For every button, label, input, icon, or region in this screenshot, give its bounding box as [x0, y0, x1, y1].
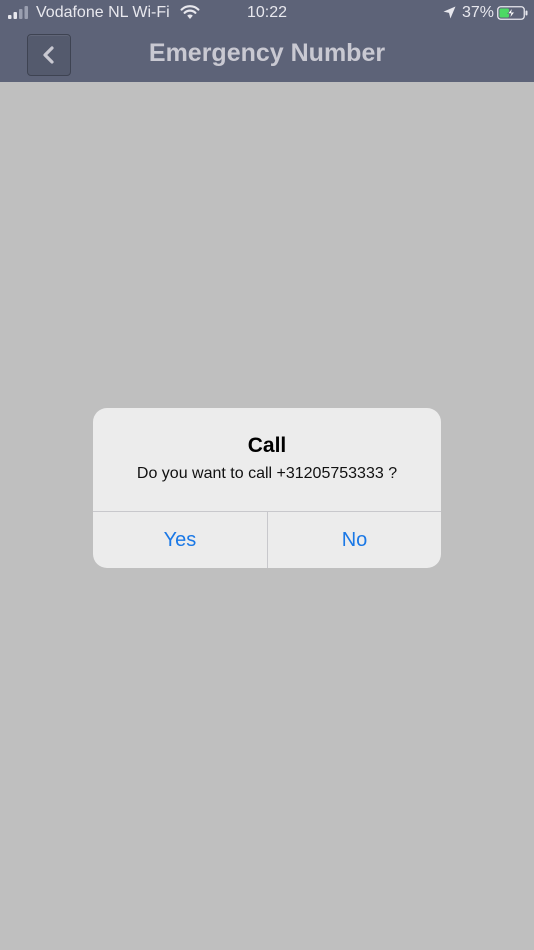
alert-title: Call	[247, 434, 287, 457]
battery-percent: 37%	[462, 4, 495, 21]
alert-message: Do you want to call +31205753333 ?	[136, 465, 398, 482]
navigation-bar: Emergency Number	[0, 26, 534, 82]
battery-charging-icon	[497, 6, 528, 20]
no-button[interactable]: No	[268, 512, 441, 568]
header: Vodafone NL Wi-Fi 10:22 37% Emergency Nu…	[0, 0, 534, 82]
call-alert-dialog: Call Do you want to call +31205753333 ? …	[93, 408, 441, 568]
page-title: Emergency Number	[148, 39, 386, 67]
yes-button[interactable]: Yes	[93, 512, 267, 568]
location-arrow-icon	[443, 6, 456, 19]
status-bar: Vodafone NL Wi-Fi 10:22 37%	[0, 0, 534, 26]
